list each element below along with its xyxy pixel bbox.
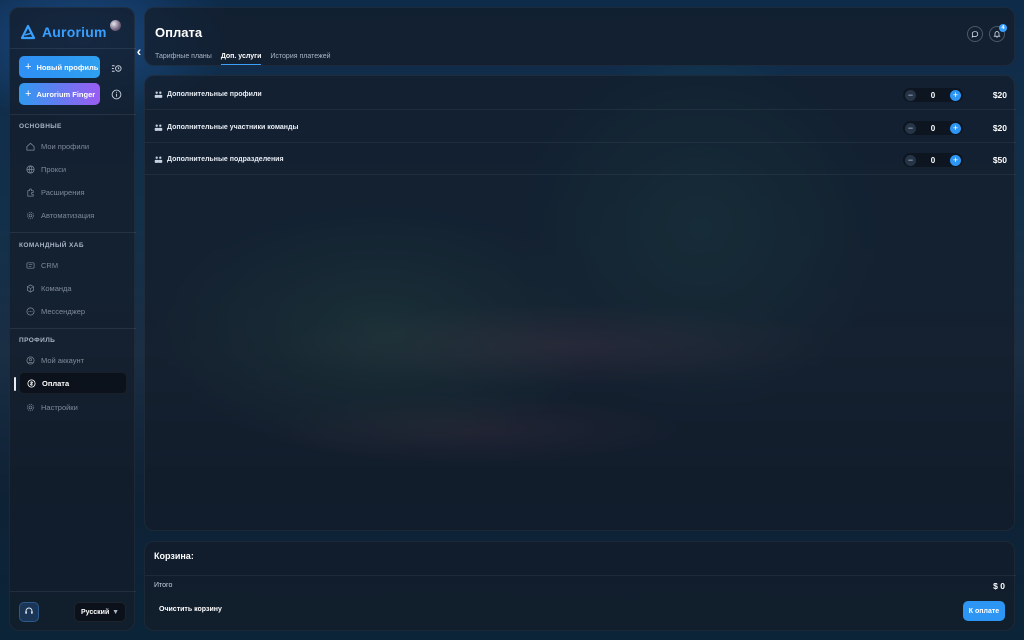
user-icon bbox=[25, 355, 35, 365]
page-title: Оплата bbox=[155, 25, 203, 40]
sidebar-item-label: CRM bbox=[41, 260, 59, 270]
decrement-button[interactable]: − bbox=[905, 154, 916, 166]
users-icon bbox=[154, 91, 163, 98]
service-price: $20 bbox=[992, 90, 1007, 100]
users-icon bbox=[154, 156, 163, 163]
sidebar-item-label: Мои профили bbox=[41, 141, 90, 151]
tab-bar: Тарифные планы Доп. услуги История плате… bbox=[155, 53, 331, 65]
tab-payment-history[interactable]: История платежей bbox=[270, 53, 330, 65]
checkout-button[interactable]: К оплате bbox=[963, 601, 1005, 621]
tab-extra-services[interactable]: Доп. услуги bbox=[220, 53, 261, 65]
total-value: $ 0 bbox=[993, 581, 1005, 591]
plus-icon: + bbox=[25, 61, 32, 73]
sidebar-item-label: Настройки bbox=[41, 402, 78, 412]
divider bbox=[10, 328, 136, 329]
sidebar-item-messenger[interactable]: Мессенджер bbox=[19, 300, 127, 322]
sidebar: Aurorium ‹ + Новый профиль + Aurorium Fi… bbox=[9, 7, 141, 631]
decrement-button[interactable]: − bbox=[905, 122, 916, 134]
chat-button[interactable] bbox=[967, 26, 983, 42]
aurorium-logo-icon bbox=[20, 24, 36, 40]
divider bbox=[10, 591, 136, 592]
new-profile-label: Новый профиль bbox=[36, 62, 99, 72]
extra-services-panel: Дополнительные профили − 0 + $20 Дополни… bbox=[144, 75, 1016, 531]
sidebar-item-crm[interactable]: CRM bbox=[19, 254, 127, 276]
divider bbox=[10, 48, 136, 49]
home-icon bbox=[25, 141, 35, 151]
chat-icon bbox=[971, 25, 979, 43]
team-icon bbox=[25, 283, 35, 293]
headset-icon bbox=[24, 603, 34, 621]
crm-icon bbox=[25, 260, 35, 270]
sidebar-item-payment[interactable]: Оплата bbox=[14, 372, 127, 394]
new-profile-button[interactable]: + Новый профиль bbox=[19, 56, 100, 78]
sidebar-item-label: Оплата bbox=[42, 378, 70, 388]
sidebar-item-proxy[interactable]: Прокси bbox=[19, 158, 127, 180]
section-title-profile: ПРОФИЛЬ bbox=[19, 337, 56, 344]
decrement-button[interactable]: − bbox=[905, 89, 916, 101]
sidebar-item-label: Прокси bbox=[41, 164, 67, 174]
page-header: Оплата Тарифные планы Доп. услуги Истори… bbox=[144, 7, 1015, 66]
increment-button[interactable]: + bbox=[949, 154, 961, 166]
service-name: Дополнительные подразделения bbox=[167, 156, 284, 163]
chevron-left-icon: ‹ bbox=[136, 43, 142, 59]
orb-icon[interactable] bbox=[110, 20, 121, 31]
divider bbox=[145, 575, 1016, 576]
divider bbox=[10, 114, 136, 115]
service-name: Дополнительные участники команды bbox=[167, 124, 299, 131]
wallet-icon bbox=[26, 378, 36, 388]
finger-label: Aurorium Finger bbox=[36, 89, 96, 99]
language-value: Русский bbox=[81, 608, 110, 616]
aurorium-finger-button[interactable]: + Aurorium Finger bbox=[19, 83, 100, 105]
notification-badge: 4 bbox=[999, 24, 1007, 32]
sidebar-item-settings[interactable]: Настройки bbox=[19, 396, 127, 418]
settings-icon bbox=[25, 402, 35, 412]
sidebar-item-automation[interactable]: Автоматизация bbox=[19, 204, 127, 226]
sidebar-item-profiles[interactable]: Мои профили bbox=[19, 135, 127, 157]
globe-icon bbox=[25, 164, 35, 174]
users-icon bbox=[154, 124, 163, 131]
chat-icon bbox=[25, 306, 35, 316]
plus-icon: + bbox=[25, 88, 32, 100]
sidebar-item-extensions[interactable]: Расширения bbox=[19, 181, 127, 203]
service-price: $50 bbox=[992, 155, 1007, 165]
quantity-value[interactable]: 0 bbox=[931, 91, 935, 100]
chevron-down-icon: ▼ bbox=[112, 608, 119, 616]
service-row: Дополнительные подразделения − 0 + $50 bbox=[145, 143, 1016, 175]
language-select[interactable]: Русский ▼ bbox=[74, 602, 126, 622]
sidebar-item-account[interactable]: Мой аккаунт bbox=[19, 349, 127, 371]
notifications-button[interactable]: 4 bbox=[989, 24, 1007, 42]
cart-title: Корзина: bbox=[154, 551, 194, 561]
support-button[interactable] bbox=[19, 602, 39, 622]
section-title-main: ОСНОВНЫЕ bbox=[19, 123, 62, 130]
app-name: Aurorium bbox=[42, 24, 107, 40]
divider bbox=[10, 232, 136, 233]
service-row: Дополнительные участники команды − 0 + $… bbox=[145, 111, 1016, 143]
service-price: $20 bbox=[992, 123, 1007, 133]
sidebar-item-team[interactable]: Команда bbox=[19, 277, 127, 299]
tab-plans[interactable]: Тарифные планы bbox=[155, 53, 212, 65]
history-icon[interactable] bbox=[110, 62, 122, 74]
quantity-stepper: − 0 + bbox=[903, 121, 963, 135]
quantity-value[interactable]: 0 bbox=[931, 124, 935, 133]
increment-button[interactable]: + bbox=[949, 89, 961, 101]
service-name: Дополнительные профили bbox=[167, 91, 262, 98]
total-label: Итого bbox=[154, 582, 173, 589]
sidebar-item-label: Автоматизация bbox=[41, 210, 95, 220]
info-icon[interactable] bbox=[110, 88, 122, 100]
sidebar-item-label: Расширения bbox=[41, 187, 85, 197]
clear-cart-button[interactable]: Очистить корзину bbox=[159, 606, 222, 613]
quantity-stepper: − 0 + bbox=[903, 88, 963, 102]
service-row: Дополнительные профили − 0 + $20 bbox=[145, 78, 1016, 110]
section-title-team: КОМАНДНЫЙ ХАБ bbox=[19, 242, 84, 249]
quantity-value[interactable]: 0 bbox=[931, 156, 935, 165]
quantity-stepper: − 0 + bbox=[903, 153, 963, 167]
puzzle-icon bbox=[25, 187, 35, 197]
sidebar-item-label: Мессенджер bbox=[41, 306, 86, 316]
gear-icon bbox=[25, 210, 35, 220]
sidebar-item-label: Мой аккаунт bbox=[41, 355, 85, 365]
increment-button[interactable]: + bbox=[949, 122, 961, 134]
active-indicator bbox=[14, 377, 16, 391]
sidebar-item-label: Команда bbox=[41, 283, 72, 293]
cart-panel: Корзина: Итого $ 0 Очистить корзину К оп… bbox=[144, 541, 1016, 631]
